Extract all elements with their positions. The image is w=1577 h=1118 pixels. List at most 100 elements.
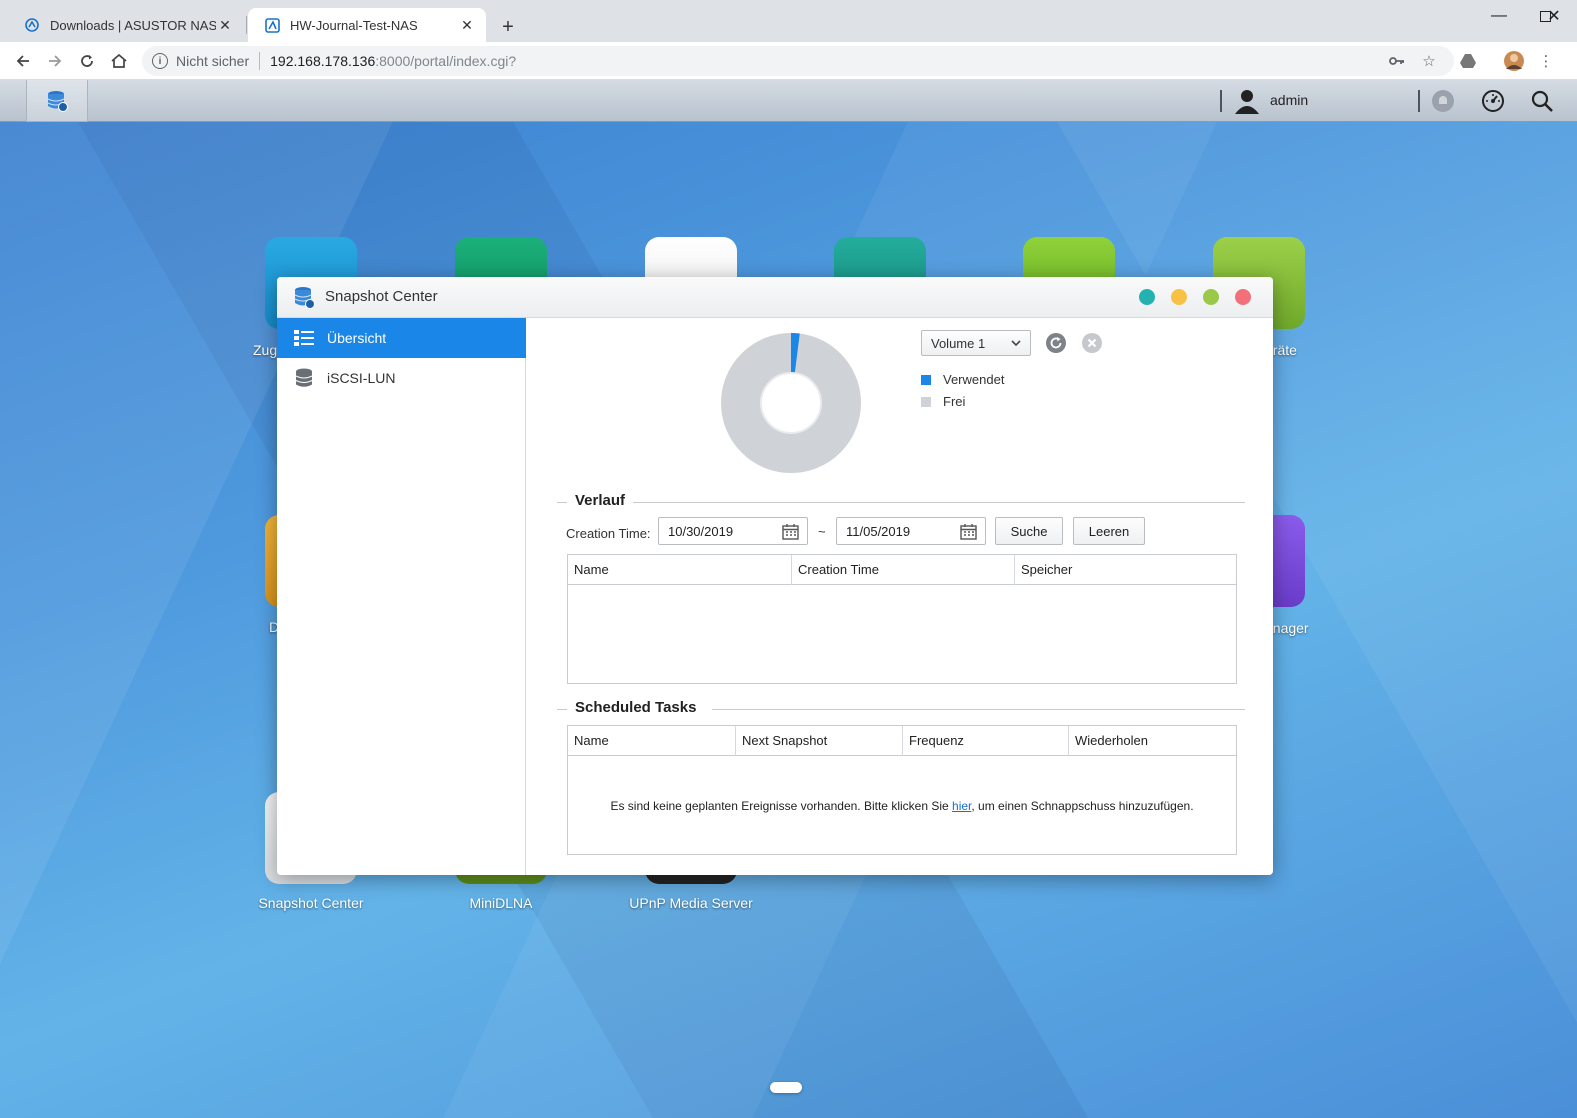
column-header-creation-time[interactable]: Creation Time	[792, 555, 1015, 585]
menu-dots-icon[interactable]: ⋮	[1536, 51, 1556, 71]
divider	[712, 709, 1245, 710]
divider	[557, 709, 567, 710]
refresh-button[interactable]	[1045, 332, 1067, 354]
window-titlebar[interactable]: Snapshot Center	[277, 277, 1273, 318]
legend-swatch	[921, 396, 931, 407]
forward-icon[interactable]	[40, 46, 70, 76]
address-bar[interactable]: i Nicht sicher 192.168.178.136 :8000/por…	[142, 46, 1454, 76]
to-date-value: 11/05/2019	[846, 523, 911, 539]
back-icon[interactable]	[8, 46, 38, 76]
address-divider	[259, 52, 261, 70]
notification-bell-icon[interactable]	[1430, 88, 1456, 114]
legend-swatch	[921, 374, 931, 385]
sidebar: Übersicht iSCSI-LUN	[277, 318, 526, 875]
desktop-page-indicator[interactable]	[770, 1082, 802, 1093]
table-header: Name Next Snapshot Frequenz Wiederholen	[568, 726, 1236, 756]
app-label: eräte	[1265, 342, 1297, 358]
calendar-icon[interactable]	[782, 523, 799, 540]
close-icon[interactable]: ✕	[458, 16, 476, 34]
empty-message-prefix: Es sind keine geplanten Ereignisse vorha…	[610, 799, 953, 813]
snapshot-center-window: Snapshot Center Übersicht iSCSI-LUN Volu…	[277, 277, 1273, 875]
column-header-name[interactable]: Name	[568, 555, 792, 585]
column-header-next-snapshot[interactable]: Next Snapshot	[736, 726, 903, 756]
to-date-input[interactable]: 11/05/2019	[836, 517, 986, 545]
tab-title: HW-Journal-Test-NAS	[290, 17, 418, 33]
app-label: MiniDLNA	[469, 895, 533, 911]
window-close-button[interactable]	[1235, 289, 1251, 305]
home-icon[interactable]	[104, 46, 134, 76]
nas-taskbar: admin	[0, 80, 1577, 122]
resource-monitor-icon[interactable]	[1480, 88, 1506, 114]
window-title: Snapshot Center	[325, 288, 438, 305]
close-icon[interactable]: ✕	[216, 16, 234, 34]
security-label: Nicht sicher	[176, 53, 250, 69]
history-table: Name Creation Time Speicher	[567, 554, 1237, 684]
tab-title: Downloads | ASUSTOR NAS	[50, 17, 216, 33]
clear-button[interactable]: Leeren	[1073, 517, 1145, 545]
legend-used: Verwendet	[921, 372, 1004, 387]
calendar-icon[interactable]	[960, 523, 977, 540]
empty-state-message: Es sind keine geplanten Ereignisse vorha…	[568, 799, 1236, 813]
history-section-header: Verlauf	[557, 492, 1245, 512]
chevron-down-icon	[1011, 340, 1021, 347]
new-tab-button[interactable]: +	[494, 13, 522, 41]
from-date-input[interactable]: 10/30/2019	[658, 517, 808, 545]
scheduled-tasks-table: Name Next Snapshot Frequenz Wiederholen …	[567, 725, 1237, 855]
app-label: UPnP Media Server	[629, 895, 753, 911]
asustor-favicon-icon	[264, 17, 280, 33]
from-date-value: 10/30/2019	[668, 523, 734, 539]
column-header-name[interactable]: Name	[568, 726, 736, 756]
empty-message-suffix: , um einen Schnappschuss hinzuzufügen.	[971, 799, 1194, 813]
volume-usage-donut	[721, 333, 861, 473]
reload-icon[interactable]	[72, 46, 102, 76]
drive-extension-icon[interactable]	[1458, 51, 1478, 71]
legend-label: Frei	[943, 394, 966, 409]
database-icon	[294, 287, 315, 309]
search-icon[interactable]	[1529, 88, 1555, 114]
tab-downloads[interactable]: Downloads | ASUSTOR NAS ✕	[8, 8, 244, 42]
profile-avatar[interactable]	[1502, 49, 1526, 73]
bookmark-star-icon[interactable]: ☆	[1419, 51, 1439, 71]
tab-separator	[246, 16, 247, 34]
search-button[interactable]: Suche	[995, 517, 1063, 545]
date-range-separator: ~	[818, 524, 826, 539]
creation-time-label: Creation Time:	[566, 526, 651, 541]
delete-button[interactable]	[1081, 332, 1103, 354]
legend-free: Frei	[921, 394, 965, 409]
asustor-favicon-icon	[24, 17, 40, 33]
database-icon	[47, 91, 68, 112]
column-header-repeat[interactable]: Wiederholen	[1069, 726, 1236, 756]
sidebar-item-iscsi-lun[interactable]: iSCSI-LUN	[277, 358, 526, 398]
window-maximize-button[interactable]	[1203, 289, 1219, 305]
table-header: Name Creation Time Speicher	[568, 555, 1236, 585]
tab-hw-journal[interactable]: HW-Journal-Test-NAS ✕	[248, 8, 486, 42]
section-title: Verlauf	[575, 492, 634, 509]
nas-desktop: admin Zug eräte D anager Snapshot Center…	[0, 80, 1577, 1118]
url-host: 192.168.178.136	[270, 53, 376, 69]
scheduled-section-header: Scheduled Tasks	[557, 699, 1245, 719]
database-icon	[293, 367, 315, 389]
volume-select[interactable]: Volume 1	[921, 330, 1031, 356]
divider	[557, 502, 567, 503]
sidebar-item-label: iSCSI-LUN	[327, 370, 396, 386]
column-header-frequency[interactable]: Frequenz	[903, 726, 1069, 756]
window-minimize-button[interactable]	[1171, 289, 1187, 305]
add-snapshot-link[interactable]: hier	[952, 799, 971, 813]
info-icon[interactable]: i	[152, 53, 168, 69]
user-name[interactable]: admin	[1270, 92, 1308, 108]
browser-tab-strip: Downloads | ASUSTOR NAS ✕ HW-Journal-Tes…	[0, 0, 1577, 42]
column-header-storage[interactable]: Speicher	[1015, 555, 1236, 585]
window-close-icon[interactable]: ✕	[1531, 0, 1577, 32]
minimize-icon[interactable]: —	[1476, 0, 1522, 32]
user-icon[interactable]	[1234, 88, 1260, 114]
key-icon[interactable]	[1387, 51, 1407, 71]
taskbar-snapshot-center[interactable]	[26, 80, 88, 122]
list-icon	[293, 327, 315, 349]
sidebar-item-overview[interactable]: Übersicht	[277, 318, 526, 358]
legend-label: Verwendet	[943, 372, 1005, 387]
browser-toolbar: i Nicht sicher 192.168.178.136 :8000/por…	[0, 42, 1577, 80]
overview-panel: Volume 1 Verwendet Frei Verlauf Creation…	[527, 318, 1273, 875]
window-help-button[interactable]	[1139, 289, 1155, 305]
taskbar-divider	[1418, 90, 1420, 112]
sidebar-item-label: Übersicht	[327, 330, 387, 346]
